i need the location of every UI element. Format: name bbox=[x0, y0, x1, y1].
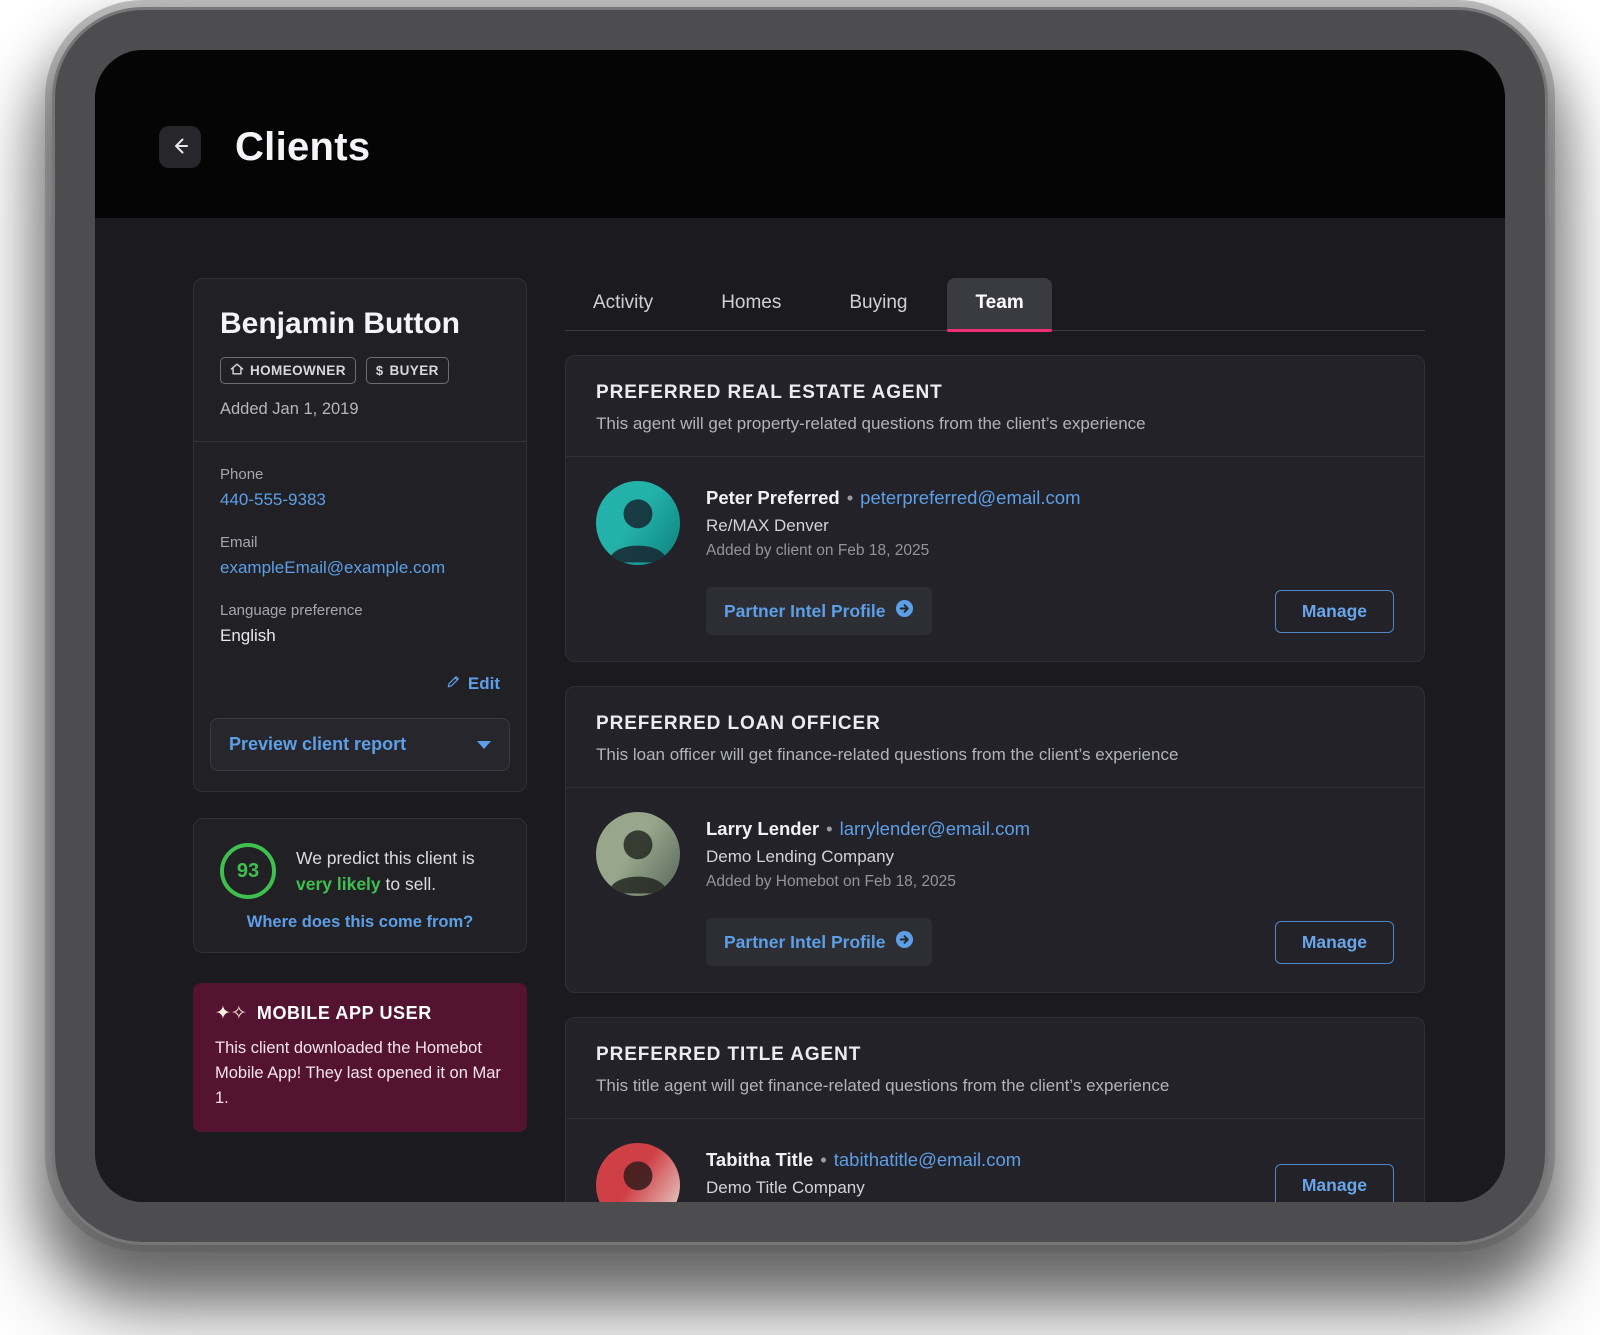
section-subtitle: This agent will get property-related que… bbox=[596, 414, 1146, 433]
preferred-loan-officer-card: PREFERRED LOAN OFFICER This loan officer… bbox=[565, 686, 1425, 993]
avatar bbox=[596, 812, 680, 896]
tab-buying[interactable]: Buying bbox=[821, 278, 935, 330]
section-title: PREFERRED LOAN OFFICER bbox=[596, 713, 881, 734]
person-name-row: Tabitha Title • tabithatitle@email.com bbox=[706, 1149, 1021, 1171]
avatar bbox=[596, 481, 680, 565]
phone-field: Phone 440-555-9383 bbox=[220, 466, 500, 510]
tab-homes[interactable]: Homes bbox=[693, 278, 809, 330]
tab-bar: Activity Homes Buying Team bbox=[565, 278, 1425, 332]
bullet-separator: • bbox=[820, 1148, 827, 1170]
person-added: Added by Homebot on Feb 18, 2025 bbox=[706, 872, 956, 890]
client-card-header: Benjamin Button HOMEOWNER $ BUYER Added … bbox=[194, 279, 526, 442]
prediction-info-link[interactable]: Where does this come from? bbox=[220, 913, 500, 932]
tablet-frame: Clients Benjamin Button HOMEOWNER $ BUYE… bbox=[55, 10, 1545, 1242]
person-company: Demo Title Company bbox=[706, 1177, 865, 1197]
person-email-link[interactable]: larrylender@email.com bbox=[840, 818, 1030, 839]
app-header: Clients bbox=[95, 50, 1505, 218]
avatar bbox=[596, 1143, 680, 1202]
client-badges: HOMEOWNER $ BUYER bbox=[220, 357, 500, 384]
client-added-date: Added Jan 1, 2019 bbox=[220, 400, 359, 418]
person-company: Demo Lending Company bbox=[706, 846, 895, 866]
section-body: Larry Lender • larrylender@email.com Demo … bbox=[566, 788, 1424, 992]
mobile-app-title: MOBILE APP USER bbox=[256, 1003, 432, 1023]
sparkles-icon: ✦✧ bbox=[215, 1003, 247, 1024]
house-icon bbox=[230, 362, 244, 379]
person-name: Peter Preferred bbox=[706, 486, 840, 508]
client-name: Benjamin Button bbox=[220, 307, 460, 340]
phone-label: Phone bbox=[220, 466, 264, 483]
mobile-app-user-card: ✦✧ MOBILE APP USER This client downloade… bbox=[193, 983, 527, 1133]
preferred-title-agent-card: PREFERRED TITLE AGENT This title agent w… bbox=[565, 1017, 1425, 1202]
actions-row: Partner Intel Profile Manage bbox=[596, 587, 1394, 635]
section-subtitle: This loan officer will get finance-relat… bbox=[596, 745, 1179, 764]
partner-intel-profile-button[interactable]: Partner Intel Profile bbox=[706, 587, 933, 635]
section-title: PREFERRED TITLE AGENT bbox=[596, 1044, 862, 1065]
person-company: Re/MAX Denver bbox=[706, 515, 829, 535]
section-subtitle: This title agent will get finance-relate… bbox=[596, 1076, 1170, 1095]
mobile-app-title-row: ✦✧ MOBILE APP USER bbox=[215, 1003, 505, 1024]
section-header: PREFERRED REAL ESTATE AGENT This agent w… bbox=[566, 356, 1424, 457]
person-info: Peter Preferred • peterpreferred@email.com… bbox=[706, 487, 1080, 560]
person-email-link[interactable]: peterpreferred@email.com bbox=[860, 487, 1080, 508]
mobile-app-body: This client downloaded the Homebot Mobil… bbox=[215, 1039, 501, 1107]
dollar-icon: $ bbox=[375, 363, 384, 378]
tab-activity[interactable]: Activity bbox=[565, 278, 681, 330]
email-field: Email exampleEmail@example.com bbox=[220, 534, 500, 578]
person-row: Larry Lender • larrylender@email.com Demo … bbox=[596, 812, 1394, 896]
manage-button[interactable]: Manage bbox=[1274, 589, 1394, 633]
client-detail-panel: Activity Homes Buying Team PREFERRED REA… bbox=[565, 278, 1425, 1202]
person-row: Peter Preferred • peterpreferred@email.com… bbox=[596, 481, 1394, 565]
preferred-real-estate-agent-card: PREFERRED REAL ESTATE AGENT This agent w… bbox=[565, 355, 1425, 662]
partner-intel-profile-button[interactable]: Partner Intel Profile bbox=[706, 918, 933, 966]
actions-row: Partner Intel Profile Manage bbox=[596, 918, 1394, 966]
manage-button[interactable]: Manage bbox=[1274, 920, 1394, 964]
person-info: Tabitha Title • tabithatitle@email.com Dem… bbox=[706, 1149, 1021, 1203]
manage-button[interactable]: Manage bbox=[1274, 1163, 1394, 1202]
email-link[interactable]: exampleEmail@example.com bbox=[220, 558, 445, 577]
prediction-text: We predict this client is very likely to… bbox=[296, 847, 475, 894]
phone-link[interactable]: 440-555-9383 bbox=[220, 490, 326, 509]
page-title: Clients bbox=[235, 124, 371, 169]
section-body: Tabitha Title • tabithatitle@email.com Dem… bbox=[566, 1119, 1424, 1202]
app-screen: Clients Benjamin Button HOMEOWNER $ BUYE… bbox=[95, 50, 1505, 1202]
client-contact-info: Phone 440-555-9383 Email exampleEmail@ex… bbox=[194, 442, 526, 674]
person-name-row: Peter Preferred • peterpreferred@email.com bbox=[706, 487, 1080, 509]
client-card: Benjamin Button HOMEOWNER $ BUYER Added … bbox=[193, 278, 527, 792]
preview-client-report-button[interactable]: Preview client report bbox=[210, 718, 510, 771]
client-sidebar: Benjamin Button HOMEOWNER $ BUYER Added … bbox=[193, 278, 527, 1202]
buyer-badge: $ BUYER bbox=[365, 357, 449, 384]
person-row: Tabitha Title • tabithatitle@email.com Dem… bbox=[596, 1143, 1394, 1202]
edit-row: Edit bbox=[194, 674, 526, 708]
prediction-highlight: very likely bbox=[296, 874, 381, 894]
section-header: PREFERRED LOAN OFFICER This loan officer… bbox=[566, 687, 1424, 788]
bullet-separator: • bbox=[826, 817, 833, 839]
chevron-down-icon bbox=[477, 740, 491, 749]
person-name-row: Larry Lender • larrylender@email.com bbox=[706, 818, 1030, 840]
arrow-right-circle-icon bbox=[895, 599, 914, 623]
back-button[interactable] bbox=[159, 126, 201, 168]
language-label: Language preference bbox=[220, 602, 363, 619]
score-gauge: 93 bbox=[220, 843, 276, 899]
section-title: PREFERRED REAL ESTATE AGENT bbox=[596, 382, 943, 403]
homeowner-badge: HOMEOWNER bbox=[220, 357, 356, 384]
person-email-link[interactable]: tabithatitle@email.com bbox=[834, 1149, 1021, 1170]
email-label: Email bbox=[220, 534, 258, 551]
sell-prediction-card: 93 We predict this client is very likely… bbox=[193, 818, 527, 953]
language-value: English bbox=[220, 626, 276, 645]
prediction-row: 93 We predict this client is very likely… bbox=[220, 843, 500, 899]
tab-team[interactable]: Team bbox=[947, 278, 1052, 332]
pencil-icon bbox=[446, 674, 461, 694]
bullet-separator: • bbox=[846, 486, 854, 508]
section-header: PREFERRED TITLE AGENT This title agent w… bbox=[566, 1018, 1424, 1119]
edit-button[interactable]: Edit bbox=[446, 674, 500, 694]
language-field: Language preference English bbox=[220, 602, 500, 646]
section-body: Peter Preferred • peterpreferred@email.com… bbox=[566, 457, 1424, 661]
back-arrow-icon bbox=[170, 136, 190, 159]
person-name: Tabitha Title bbox=[706, 1148, 814, 1170]
content-area: Benjamin Button HOMEOWNER $ BUYER Added … bbox=[95, 218, 1505, 1202]
person-info: Larry Lender • larrylender@email.com Demo … bbox=[706, 818, 1030, 891]
arrow-right-circle-icon bbox=[895, 930, 914, 954]
person-name: Larry Lender bbox=[706, 817, 820, 839]
person-added: Added by client on Feb 18, 2025 bbox=[706, 541, 930, 559]
